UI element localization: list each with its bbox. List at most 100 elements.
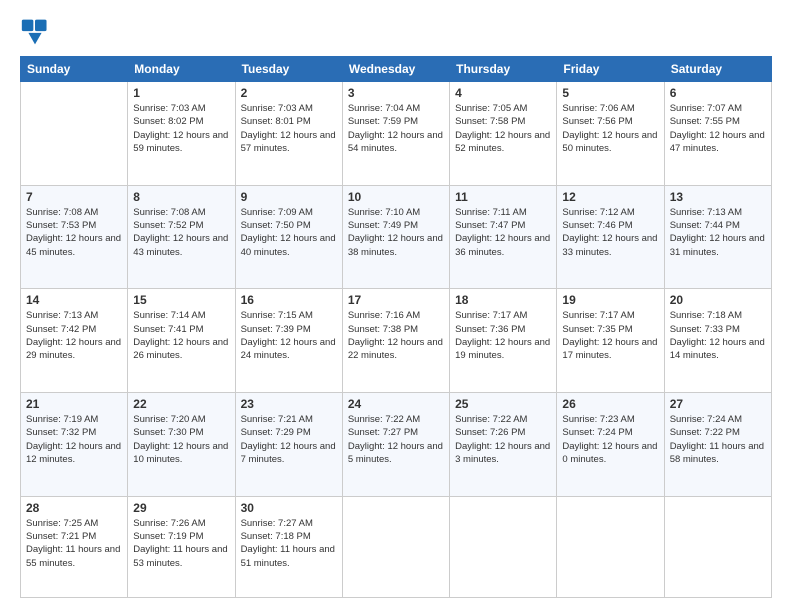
day-info: Sunrise: 7:18 AMSunset: 7:33 PMDaylight:…: [670, 309, 766, 362]
day-cell: [450, 496, 557, 597]
day-info: Sunrise: 7:24 AMSunset: 7:22 PMDaylight:…: [670, 413, 766, 466]
day-number: 21: [26, 397, 122, 411]
day-number: 5: [562, 86, 658, 100]
weekday-saturday: Saturday: [664, 57, 771, 82]
day-number: 15: [133, 293, 229, 307]
day-number: 9: [241, 190, 337, 204]
day-number: 11: [455, 190, 551, 204]
day-cell: 12 Sunrise: 7:12 AMSunset: 7:46 PMDayligh…: [557, 185, 664, 289]
day-info: Sunrise: 7:21 AMSunset: 7:29 PMDaylight:…: [241, 413, 337, 466]
day-number: 10: [348, 190, 444, 204]
week-row-4: 21 Sunrise: 7:19 AMSunset: 7:32 PMDayligh…: [21, 392, 772, 496]
day-cell: 14Sunrise: 7:13 AMSunset: 7:42 PMDayligh…: [21, 289, 128, 393]
day-cell: 26Sunrise: 7:23 AMSunset: 7:24 PMDayligh…: [557, 392, 664, 496]
day-cell: 29 Sunrise: 7:26 AMSunset: 7:19 PMDayligh…: [128, 496, 235, 597]
day-info: Sunrise: 7:09 AMSunset: 7:50 PMDaylight:…: [241, 206, 337, 259]
day-number: 24: [348, 397, 444, 411]
day-info: Sunrise: 7:12 AMSunset: 7:46 PMDaylight:…: [562, 206, 658, 259]
day-cell: 3 Sunrise: 7:04 AMSunset: 7:59 PMDaylight…: [342, 82, 449, 186]
weekday-header-row: SundayMondayTuesdayWednesdayThursdayFrid…: [21, 57, 772, 82]
day-number: 16: [241, 293, 337, 307]
weekday-friday: Friday: [557, 57, 664, 82]
day-cell: 4 Sunrise: 7:05 AMSunset: 7:58 PMDaylight…: [450, 82, 557, 186]
day-cell: 28 Sunrise: 7:25 AMSunset: 7:21 PMDayligh…: [21, 496, 128, 597]
day-info: Sunrise: 7:20 AMSunset: 7:30 PMDaylight:…: [133, 413, 229, 466]
logo-icon: [20, 18, 50, 46]
day-cell: 19 Sunrise: 7:17 AMSunset: 7:35 PMDayligh…: [557, 289, 664, 393]
day-cell: 13 Sunrise: 7:13 AMSunset: 7:44 PMDayligh…: [664, 185, 771, 289]
day-info: Sunrise: 7:08 AMSunset: 7:53 PMDaylight:…: [26, 206, 122, 259]
day-cell: [557, 496, 664, 597]
day-number: 25: [455, 397, 551, 411]
day-info: Sunrise: 7:13 AMSunset: 7:42 PMDaylight:…: [26, 309, 122, 362]
day-info: Sunrise: 7:08 AMSunset: 7:52 PMDaylight:…: [133, 206, 229, 259]
day-info: Sunrise: 7:05 AMSunset: 7:58 PMDaylight:…: [455, 102, 551, 155]
day-cell: 15 Sunrise: 7:14 AMSunset: 7:41 PMDayligh…: [128, 289, 235, 393]
week-row-3: 14Sunrise: 7:13 AMSunset: 7:42 PMDayligh…: [21, 289, 772, 393]
day-cell: 5Sunrise: 7:06 AMSunset: 7:56 PMDaylight…: [557, 82, 664, 186]
day-number: 20: [670, 293, 766, 307]
day-info: Sunrise: 7:17 AMSunset: 7:36 PMDaylight:…: [455, 309, 551, 362]
day-cell: [21, 82, 128, 186]
day-cell: 10 Sunrise: 7:10 AMSunset: 7:49 PMDayligh…: [342, 185, 449, 289]
week-row-2: 7Sunrise: 7:08 AMSunset: 7:53 PMDaylight…: [21, 185, 772, 289]
day-info: Sunrise: 7:17 AMSunset: 7:35 PMDaylight:…: [562, 309, 658, 362]
week-row-5: 28 Sunrise: 7:25 AMSunset: 7:21 PMDayligh…: [21, 496, 772, 597]
logo: [20, 18, 54, 46]
day-cell: 1 Sunrise: 7:03 AMSunset: 8:02 PMDaylight…: [128, 82, 235, 186]
day-cell: 18Sunrise: 7:17 AMSunset: 7:36 PMDayligh…: [450, 289, 557, 393]
day-number: 1: [133, 86, 229, 100]
day-info: Sunrise: 7:25 AMSunset: 7:21 PMDaylight:…: [26, 517, 122, 570]
day-number: 17: [348, 293, 444, 307]
day-cell: 11 Sunrise: 7:11 AMSunset: 7:47 PMDayligh…: [450, 185, 557, 289]
day-cell: 20 Sunrise: 7:18 AMSunset: 7:33 PMDayligh…: [664, 289, 771, 393]
weekday-monday: Monday: [128, 57, 235, 82]
day-number: 12: [562, 190, 658, 204]
day-info: Sunrise: 7:11 AMSunset: 7:47 PMDaylight:…: [455, 206, 551, 259]
day-info: Sunrise: 7:04 AMSunset: 7:59 PMDaylight:…: [348, 102, 444, 155]
day-number: 29: [133, 501, 229, 515]
day-number: 30: [241, 501, 337, 515]
page: SundayMondayTuesdayWednesdayThursdayFrid…: [0, 0, 792, 612]
day-info: Sunrise: 7:15 AMSunset: 7:39 PMDaylight:…: [241, 309, 337, 362]
day-cell: 8Sunrise: 7:08 AMSunset: 7:52 PMDaylight…: [128, 185, 235, 289]
day-number: 28: [26, 501, 122, 515]
day-cell: 2 Sunrise: 7:03 AMSunset: 8:01 PMDaylight…: [235, 82, 342, 186]
day-cell: 22 Sunrise: 7:20 AMSunset: 7:30 PMDayligh…: [128, 392, 235, 496]
weekday-tuesday: Tuesday: [235, 57, 342, 82]
weekday-thursday: Thursday: [450, 57, 557, 82]
day-number: 22: [133, 397, 229, 411]
day-number: 2: [241, 86, 337, 100]
day-cell: 25 Sunrise: 7:22 AMSunset: 7:26 PMDayligh…: [450, 392, 557, 496]
day-number: 19: [562, 293, 658, 307]
day-info: Sunrise: 7:13 AMSunset: 7:44 PMDaylight:…: [670, 206, 766, 259]
day-info: Sunrise: 7:23 AMSunset: 7:24 PMDaylight:…: [562, 413, 658, 466]
day-info: Sunrise: 7:19 AMSunset: 7:32 PMDaylight:…: [26, 413, 122, 466]
day-cell: 6 Sunrise: 7:07 AMSunset: 7:55 PMDaylight…: [664, 82, 771, 186]
day-cell: 23Sunrise: 7:21 AMSunset: 7:29 PMDayligh…: [235, 392, 342, 496]
day-number: 6: [670, 86, 766, 100]
weekday-wednesday: Wednesday: [342, 57, 449, 82]
day-number: 3: [348, 86, 444, 100]
day-cell: 24 Sunrise: 7:22 AMSunset: 7:27 PMDayligh…: [342, 392, 449, 496]
day-info: Sunrise: 7:10 AMSunset: 7:49 PMDaylight:…: [348, 206, 444, 259]
day-number: 4: [455, 86, 551, 100]
day-info: Sunrise: 7:16 AMSunset: 7:38 PMDaylight:…: [348, 309, 444, 362]
day-info: Sunrise: 7:07 AMSunset: 7:55 PMDaylight:…: [670, 102, 766, 155]
day-cell: [664, 496, 771, 597]
day-cell: 21 Sunrise: 7:19 AMSunset: 7:32 PMDayligh…: [21, 392, 128, 496]
day-cell: 30Sunrise: 7:27 AMSunset: 7:18 PMDayligh…: [235, 496, 342, 597]
day-cell: 9 Sunrise: 7:09 AMSunset: 7:50 PMDaylight…: [235, 185, 342, 289]
day-info: Sunrise: 7:26 AMSunset: 7:19 PMDaylight:…: [133, 517, 229, 570]
day-info: Sunrise: 7:03 AMSunset: 8:02 PMDaylight:…: [133, 102, 229, 155]
day-info: Sunrise: 7:14 AMSunset: 7:41 PMDaylight:…: [133, 309, 229, 362]
day-info: Sunrise: 7:03 AMSunset: 8:01 PMDaylight:…: [241, 102, 337, 155]
day-number: 27: [670, 397, 766, 411]
day-info: Sunrise: 7:22 AMSunset: 7:27 PMDaylight:…: [348, 413, 444, 466]
day-number: 13: [670, 190, 766, 204]
day-cell: 7Sunrise: 7:08 AMSunset: 7:53 PMDaylight…: [21, 185, 128, 289]
calendar: SundayMondayTuesdayWednesdayThursdayFrid…: [20, 56, 772, 598]
day-cell: 27 Sunrise: 7:24 AMSunset: 7:22 PMDayligh…: [664, 392, 771, 496]
day-cell: 17 Sunrise: 7:16 AMSunset: 7:38 PMDayligh…: [342, 289, 449, 393]
day-info: Sunrise: 7:22 AMSunset: 7:26 PMDaylight:…: [455, 413, 551, 466]
